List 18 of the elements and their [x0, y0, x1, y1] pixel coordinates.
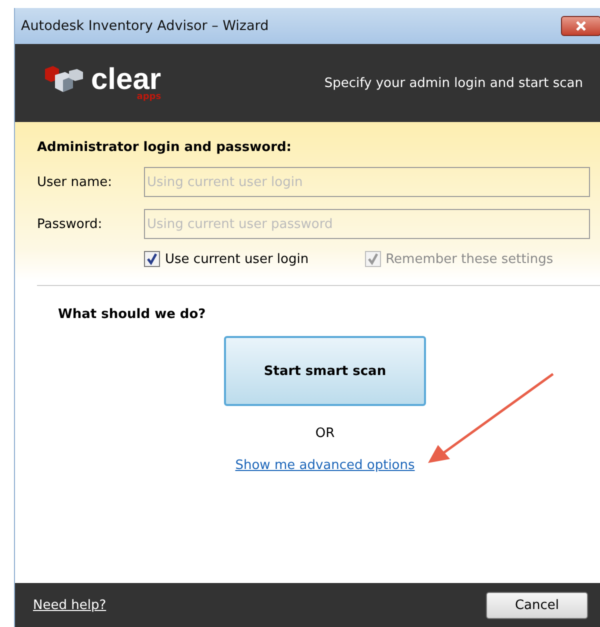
close-button[interactable]	[561, 16, 600, 36]
cancel-button[interactable]: Cancel	[486, 592, 588, 618]
checkbox-label: Use current user login	[165, 252, 309, 266]
field-label: Password:	[37, 216, 104, 232]
header-subtitle: Specify your admin login and start scan	[324, 76, 583, 90]
checkbox[interactable]	[144, 251, 160, 267]
checkbox-label: Remember these settings	[386, 252, 554, 266]
logo-text: clear	[91, 64, 162, 94]
close-icon	[575, 21, 587, 31]
advanced-options-link[interactable]: Show me advanced options	[235, 458, 415, 473]
separator-text: OR	[315, 426, 335, 441]
field-label: User name:	[37, 174, 114, 190]
help-link[interactable]: Need help?	[33, 598, 106, 612]
section-heading: Administrator login and password:	[37, 140, 292, 155]
start-scan-button[interactable]: Start smart scan	[224, 336, 426, 406]
question-text: What should we do?	[58, 307, 207, 322]
logo-subtext: apps	[136, 92, 162, 102]
window-title: Autodesk Inventory Advisor – Wizard	[20, 18, 269, 34]
